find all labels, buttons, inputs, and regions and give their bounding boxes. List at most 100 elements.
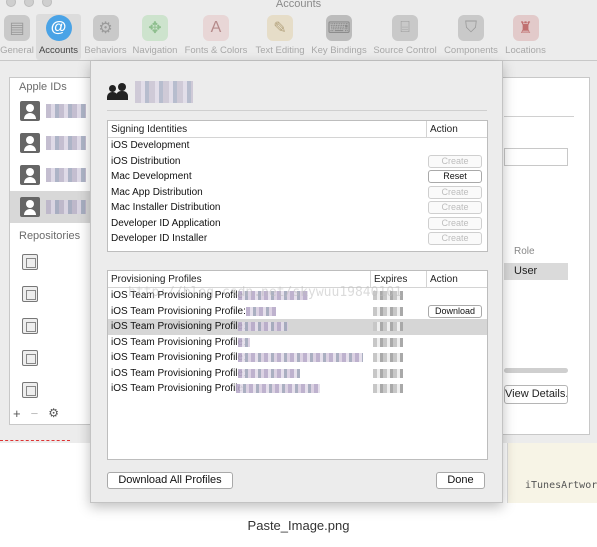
column-divider — [426, 121, 427, 138]
create-button[interactable]: Create — [428, 201, 482, 214]
redacted-profile-id — [238, 322, 288, 331]
palette-icon: A — [203, 15, 229, 41]
download-all-profiles-button[interactable]: Download All Profiles — [107, 472, 233, 489]
sidebar-footer: + − ⚙ — [9, 403, 93, 423]
window-title: Accounts — [275, 0, 322, 10]
toolbar-locations[interactable]: ♜ Locations — [502, 14, 549, 60]
redacted-expiry — [373, 353, 403, 362]
details-field[interactable] — [504, 148, 568, 166]
identity-name: Developer ID Installer — [111, 233, 208, 244]
repository-item[interactable] — [10, 278, 92, 310]
pencil-icon: ✎ — [267, 15, 293, 41]
create-button[interactable]: Create — [428, 185, 482, 199]
redacted-account-name — [46, 200, 86, 214]
table-row[interactable]: iOS Team Provisioning Profile: — [108, 350, 487, 366]
table-header: Signing Identities Action — [108, 121, 487, 138]
toolbar-general[interactable]: ▤ General — [0, 14, 34, 60]
repository-icon — [22, 350, 38, 366]
create-button[interactable]: Create — [428, 154, 482, 168]
identity-name: Developer ID Application — [111, 217, 221, 229]
signing-identities-table: Signing Identities Action iOS Developmen… — [107, 120, 488, 252]
preferences-toolbar: ▤ General @ Accounts ⚙ Behaviors ✥ Navig… — [0, 12, 597, 61]
create-button[interactable]: Create — [428, 216, 482, 230]
settings-gear-button[interactable]: ⚙ — [48, 406, 59, 420]
arrows-icon: ✥ — [142, 15, 168, 41]
toolbar-source-control[interactable]: ⌸ Source Control — [371, 14, 439, 60]
redacted-expiry — [373, 291, 403, 300]
repository-icon — [22, 318, 38, 334]
table-row[interactable]: Mac Development Reset — [108, 169, 487, 185]
accounts-sidebar: Apple IDs Repositories — [9, 77, 93, 425]
toolbar-text-editing[interactable]: ✎ Text Editing — [253, 14, 307, 60]
toolbar-label: Key Bindings — [311, 45, 367, 56]
redacted-profile-id — [238, 353, 363, 362]
code-editor-strip — [507, 443, 597, 503]
table-row[interactable]: iOS Team Provisioning Profile — [108, 381, 487, 397]
table-row[interactable]: iOS Team Provisioning Profile: Download — [108, 304, 487, 320]
toolbar-label: Source Control — [373, 45, 437, 56]
horizontal-scrollbar[interactable] — [504, 368, 568, 373]
toolbar-components[interactable]: ⛉ Components — [441, 14, 501, 60]
column-header-provisioning-profiles: Provisioning Profiles — [111, 274, 202, 285]
add-account-button[interactable]: + — [13, 406, 21, 421]
redacted-expiry — [373, 384, 403, 393]
repository-item[interactable] — [10, 310, 92, 342]
view-details-button[interactable]: View Details... — [504, 385, 568, 404]
toolbar-accounts[interactable]: @ Accounts — [36, 14, 81, 60]
table-row[interactable]: iOS Team Provisioning Profile: — [108, 366, 487, 382]
user-icon — [20, 101, 40, 121]
joystick-icon: ♜ — [512, 15, 539, 41]
account-item-selected[interactable] — [10, 191, 92, 223]
toolbar-fonts-colors[interactable]: A Fonts & Colors — [183, 14, 249, 60]
user-icon — [20, 133, 40, 153]
profile-name: iOS Team Provisioning Profile — [111, 383, 244, 394]
table-row[interactable]: iOS Development — [108, 138, 487, 154]
download-button[interactable]: Download — [428, 304, 482, 318]
redacted-expiry — [373, 322, 403, 331]
table-row[interactable]: iOS Team Provisioning Profile — [108, 288, 487, 304]
account-item[interactable] — [10, 159, 92, 191]
table-row[interactable]: Mac App Distribution Create — [108, 185, 487, 201]
table-row[interactable]: Mac Installer Distribution Create — [108, 200, 487, 216]
redacted-profile-id — [246, 306, 276, 316]
column-header-signing-identities: Signing Identities — [111, 124, 188, 135]
role-value[interactable]: User — [504, 263, 568, 280]
toolbar-key-bindings[interactable]: ⌨ Key Bindings — [310, 14, 368, 60]
repository-item[interactable] — [10, 342, 92, 374]
redacted-account-name — [46, 104, 86, 118]
column-header-action: Action — [430, 124, 458, 135]
redacted-expiry — [373, 368, 403, 378]
repository-item[interactable] — [10, 374, 92, 406]
provisioning-profiles-table: Provisioning Profiles Expires Action iOS… — [107, 270, 488, 460]
table-row[interactable]: iOS Team Provisioning Profile: — [108, 335, 487, 351]
account-item[interactable] — [10, 95, 92, 127]
toolbar-label: Locations — [505, 45, 546, 56]
redacted-profile-id — [238, 291, 308, 300]
toolbar-label: Fonts & Colors — [184, 45, 248, 56]
toolbar-label: Behaviors — [84, 45, 127, 56]
reset-button[interactable]: Reset — [428, 170, 482, 183]
repositories-header: Repositories — [19, 230, 81, 242]
profile-name: iOS Team Provisioning Profile — [111, 290, 244, 301]
create-button[interactable]: Create — [428, 232, 482, 245]
table-row[interactable]: Developer ID Application Create — [108, 216, 487, 232]
toolbar-navigation[interactable]: ✥ Navigation — [130, 14, 180, 60]
toolbar-label: Components — [444, 45, 498, 56]
toolbar-behaviors[interactable]: ⚙ Behaviors — [83, 14, 128, 60]
done-button[interactable]: Done — [436, 472, 485, 489]
remove-account-button[interactable]: − — [31, 406, 39, 421]
toolbar-label: General — [0, 45, 34, 56]
repository-item[interactable] — [10, 246, 92, 278]
identity-name: iOS Development — [111, 140, 190, 151]
table-row[interactable]: iOS Distribution Create — [108, 154, 487, 170]
profile-name: iOS Team Provisioning Profile: — [111, 352, 246, 363]
profile-name: iOS Team Provisioning Profile: — [111, 367, 246, 379]
table-row-selected[interactable]: iOS Team Provisioning Profile: — [108, 319, 487, 335]
shield-icon: ⛉ — [458, 15, 484, 41]
table-row[interactable]: Developer ID Installer Create — [108, 231, 487, 247]
role-column-header: Role — [514, 246, 535, 257]
account-item[interactable] — [10, 127, 92, 159]
identity-name: Mac Development — [111, 171, 192, 182]
column-divider — [370, 271, 371, 288]
repository-icon — [22, 382, 38, 398]
